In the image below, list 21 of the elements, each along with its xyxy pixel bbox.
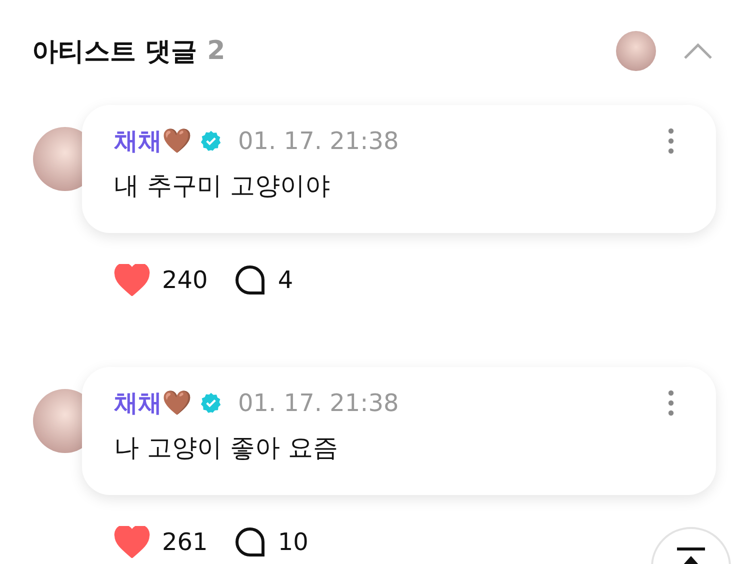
comment-time: 01. 17. 21:38 [238,389,399,417]
like-button[interactable]: 240 [114,264,208,296]
section-title: 아티스트 댓글 [32,36,198,68]
heart-icon [114,264,150,296]
like-button[interactable]: 261 [114,526,208,558]
comment-count: 2 [207,36,226,66]
chevron-icon [683,43,713,59]
avatar [616,31,656,71]
heart-icon [114,526,150,558]
scroll-top-icon [676,547,706,564]
more-icon [668,128,674,154]
comment-text: 나 고양이 좋아 요즘 [114,432,339,464]
comment-time: 01. 17. 21:38 [238,127,399,155]
more-icon [668,390,674,416]
author-name[interactable]: 채채🤎 [114,387,192,419]
speech-bubble-icon [234,526,266,558]
reply-button[interactable]: 4 [234,264,294,296]
comment-text: 내 추구미 고양이야 [114,170,331,202]
reply-button[interactable]: 10 [234,526,308,558]
author-name[interactable]: 채채🤎 [114,125,192,157]
speech-bubble-icon [234,264,266,296]
